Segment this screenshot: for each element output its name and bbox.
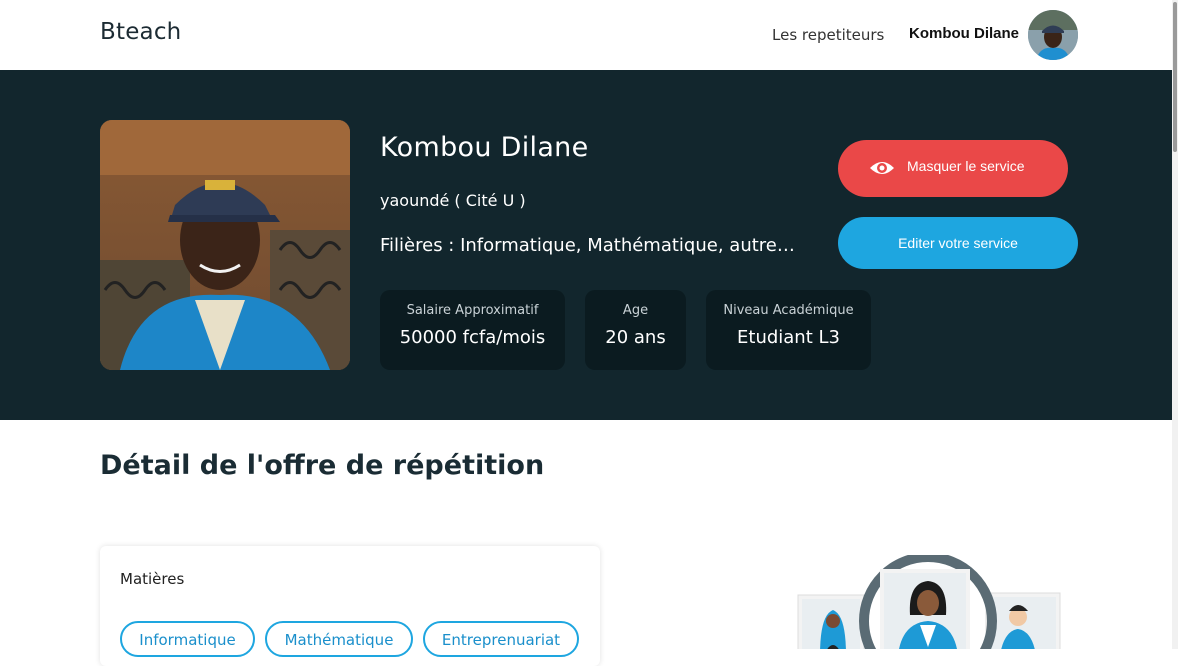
- profile-fields: Filières : Informatique, Mathématique, a…: [380, 235, 800, 256]
- scrollbar-thumb[interactable]: [1173, 2, 1177, 152]
- profile-location: yaoundé ( Cité U ): [380, 191, 526, 210]
- profile-photo: [100, 120, 350, 370]
- top-navbar: Bteach Les repetiteurs Kombou Dilane: [0, 0, 1172, 70]
- profile-hero: Kombou Dilane yaoundé ( Cité U ) Filière…: [0, 70, 1172, 420]
- hide-service-label: Masquer le service: [907, 158, 1025, 174]
- subject-chip[interactable]: Mathématique: [265, 621, 413, 657]
- edit-service-label: Editer votre service: [898, 235, 1018, 251]
- profile-photo-image: [100, 120, 350, 370]
- profile-name: Kombou Dilane: [380, 132, 589, 163]
- nav-link-tutors[interactable]: Les repetiteurs: [772, 26, 884, 44]
- avatar-image: [1028, 10, 1078, 60]
- stat-salary-label: Salaire Approximatif: [406, 303, 539, 318]
- stat-age-value: 20 ans: [605, 327, 666, 348]
- brand-logo[interactable]: Bteach: [100, 19, 181, 45]
- tutoring-illustration-image: [797, 555, 1061, 649]
- subject-chip[interactable]: Entreprenuariat: [423, 621, 579, 657]
- stat-age: Age 20 ans: [585, 290, 686, 370]
- subject-chip[interactable]: Informatique: [120, 621, 255, 657]
- stat-level: Niveau Académique Etudiant L3: [706, 290, 871, 370]
- hide-service-button[interactable]: Masquer le service: [838, 140, 1068, 197]
- avatar[interactable]: [1028, 10, 1078, 60]
- stat-salary-value: 50000 fcfa/mois: [399, 327, 546, 348]
- stat-level-value: Etudiant L3: [737, 327, 840, 348]
- subjects-card: Matières Informatique Mathématique Entre…: [100, 546, 600, 666]
- subjects-title: Matières: [120, 570, 185, 588]
- eye-icon: [870, 162, 894, 174]
- nav-user-name[interactable]: Kombou Dilane: [909, 25, 1019, 42]
- tutoring-illustration: [790, 555, 1070, 649]
- page-scrollbar[interactable]: [1172, 0, 1178, 649]
- stat-age-label: Age: [622, 303, 649, 318]
- stat-level-label: Niveau Académique: [723, 303, 854, 318]
- section-title: Détail de l'offre de répétition: [100, 450, 545, 481]
- stat-salary: Salaire Approximatif 50000 fcfa/mois: [380, 290, 565, 370]
- edit-service-button[interactable]: Editer votre service: [838, 217, 1078, 269]
